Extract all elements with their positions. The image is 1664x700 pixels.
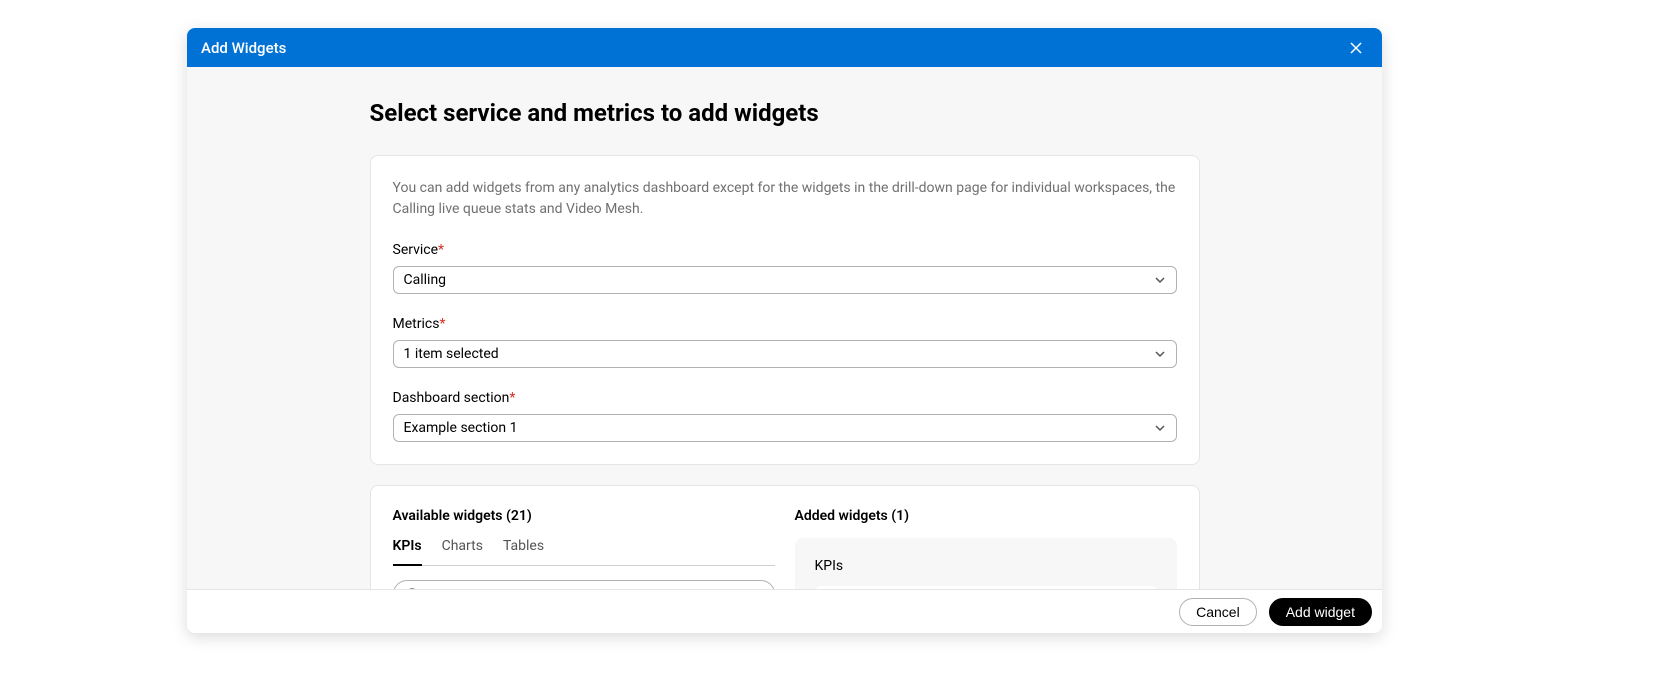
dashboard-section-label: Dashboard section* [393,390,1177,406]
chevron-down-icon [1154,274,1166,286]
added-widgets-column: Added widgets (1) KPIs Avg. Call Leg Aud… [795,508,1177,589]
search-box [393,580,775,589]
required-marker: * [439,316,445,332]
page-heading: Select service and metrics to add widget… [370,99,1200,127]
modal-footer: Cancel Add widget [187,589,1382,633]
added-kpis-label: KPIs [815,558,1157,574]
dashboard-section-select[interactable]: Example section 1 [393,414,1177,442]
close-icon [1348,40,1364,56]
close-button[interactable] [1344,36,1368,60]
required-marker: * [438,242,444,258]
add-widgets-modal: Add Widgets Select service and metrics t… [187,28,1382,633]
modal-header: Add Widgets [187,28,1382,67]
metrics-select[interactable]: 1 item selected [393,340,1177,368]
metrics-value: 1 item selected [404,346,499,362]
service-label: Service* [393,242,1177,258]
cancel-button[interactable]: Cancel [1179,598,1257,626]
required-marker: * [509,390,515,406]
service-group: Service* Calling [393,242,1177,294]
add-widget-button[interactable]: Add widget [1269,598,1372,626]
chevron-down-icon [1154,422,1166,434]
intro-description: You can add widgets from any analytics d… [393,178,1177,220]
chevron-down-icon [1154,348,1166,360]
tab-charts[interactable]: Charts [442,538,483,566]
dashboard-section-group: Dashboard section* Example section 1 [393,390,1177,442]
added-widgets-panel: KPIs Avg. Call Leg Audio Jitter [795,538,1177,589]
widget-tabs: KPIs Charts Tables [393,538,775,566]
tab-kpis[interactable]: KPIs [393,538,422,566]
form-card: You can add widgets from any analytics d… [370,155,1200,465]
modal-body: Select service and metrics to add widget… [187,67,1382,589]
metrics-group: Metrics* 1 item selected [393,316,1177,368]
modal-title: Add Widgets [201,39,286,57]
metrics-label: Metrics* [393,316,1177,332]
service-select[interactable]: Calling [393,266,1177,294]
dashboard-section-value: Example section 1 [404,420,518,436]
available-widgets-column: Available widgets (21) KPIs Charts Table… [393,508,775,589]
available-widgets-title: Available widgets (21) [393,508,775,524]
widgets-card: Available widgets (21) KPIs Charts Table… [370,485,1200,589]
tab-tables[interactable]: Tables [503,538,544,566]
service-value: Calling [404,272,447,288]
added-widgets-title: Added widgets (1) [795,508,1177,524]
